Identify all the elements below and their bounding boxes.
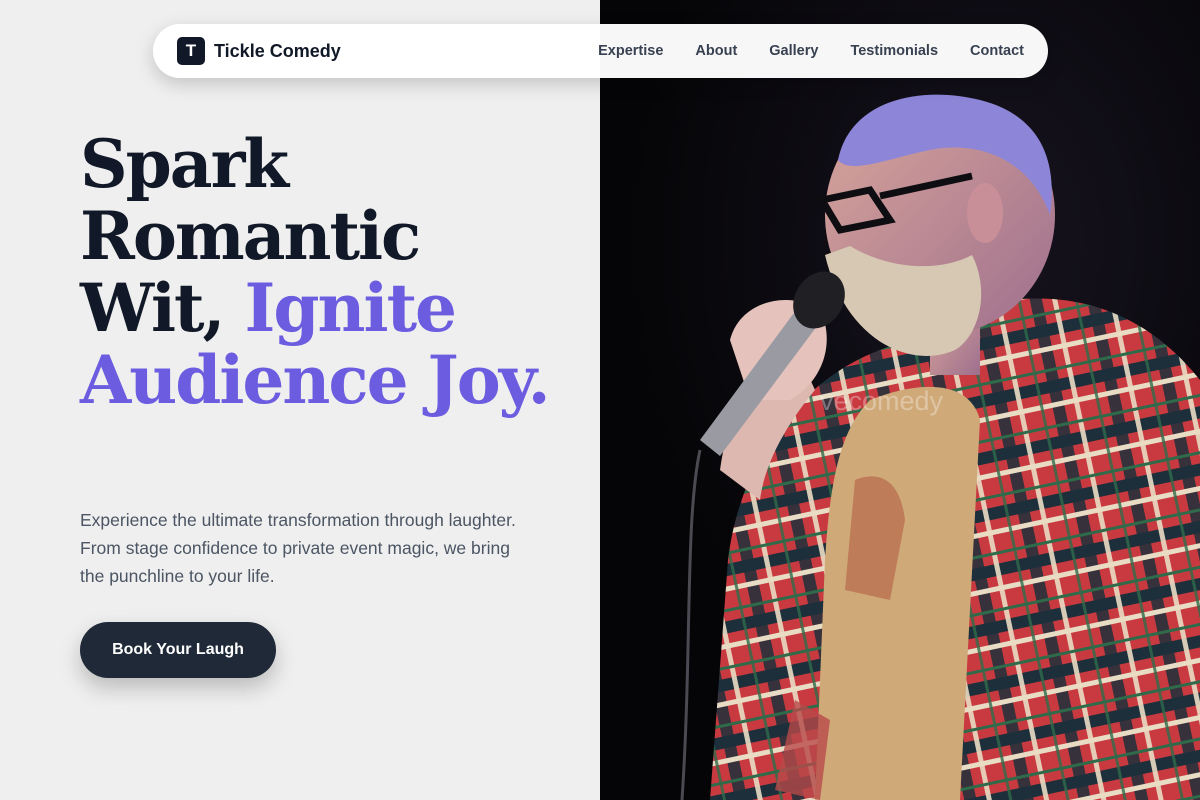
nav-link-testimonials[interactable]: Testimonials xyxy=(850,43,938,59)
book-laugh-button[interactable]: Book Your Laugh xyxy=(80,622,276,678)
logo-icon: T xyxy=(177,37,205,65)
nav-link-gallery[interactable]: Gallery xyxy=(769,43,818,59)
photo-watermark: vecomedy xyxy=(820,386,944,416)
hero-subtitle: Experience the ultimate transformation t… xyxy=(80,510,516,586)
top-navbar: T Tickle Comedy Expertise About Gallery … xyxy=(153,24,1048,78)
nav-link-contact[interactable]: Contact xyxy=(970,43,1024,59)
nav-link-about[interactable]: About xyxy=(695,43,737,59)
nav-links: Expertise About Gallery Testimonials Con… xyxy=(598,43,1024,59)
hero-title: Spark Romantic Wit, Ignite Audience Joy. xyxy=(80,128,551,416)
brand-name: Tickle Comedy xyxy=(214,40,341,61)
brand[interactable]: T Tickle Comedy xyxy=(177,37,341,65)
nav-link-expertise[interactable]: Expertise xyxy=(598,43,663,59)
